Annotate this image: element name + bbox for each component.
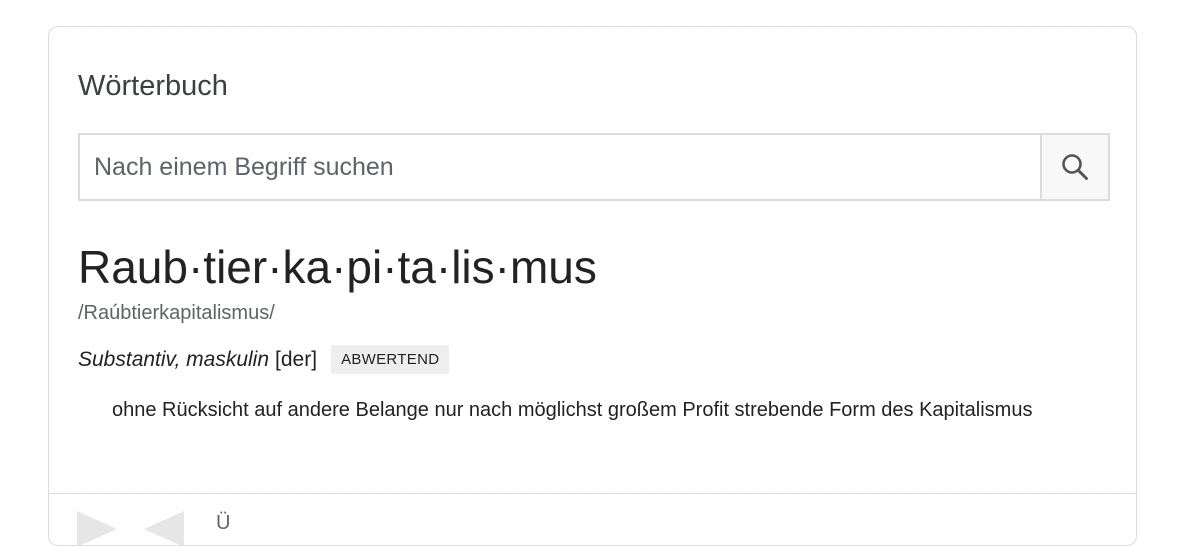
back-icon[interactable]	[144, 511, 184, 545]
footer-partial-text: Ü	[216, 512, 231, 534]
definition: ohne Rücksicht auf andere Belange nur na…	[112, 399, 1033, 421]
footer-strip: Ü	[49, 494, 1136, 545]
search-button[interactable]	[1040, 135, 1108, 199]
card-title: Wörterbuch	[78, 70, 228, 102]
part-of-speech: Substantiv, maskulin	[78, 347, 270, 371]
search-icon	[1062, 154, 1088, 180]
headword: Raub·tier·ka·pi·ta·lis·mus	[78, 241, 597, 293]
search-box	[78, 133, 1110, 201]
article: [der]	[275, 347, 318, 371]
search-input[interactable]	[80, 135, 1040, 199]
dictionary-card: Wörterbuch Raub·tier·ka·pi·ta·lis·mus /R…	[48, 26, 1137, 546]
pronunciation: /Raúbtierkapitalismus/	[78, 302, 275, 324]
grammar-line: Substantiv, maskulin [der] ABWERTEND	[78, 345, 450, 374]
play-icon[interactable]	[77, 511, 117, 545]
usage-label-badge: ABWERTEND	[331, 345, 450, 374]
